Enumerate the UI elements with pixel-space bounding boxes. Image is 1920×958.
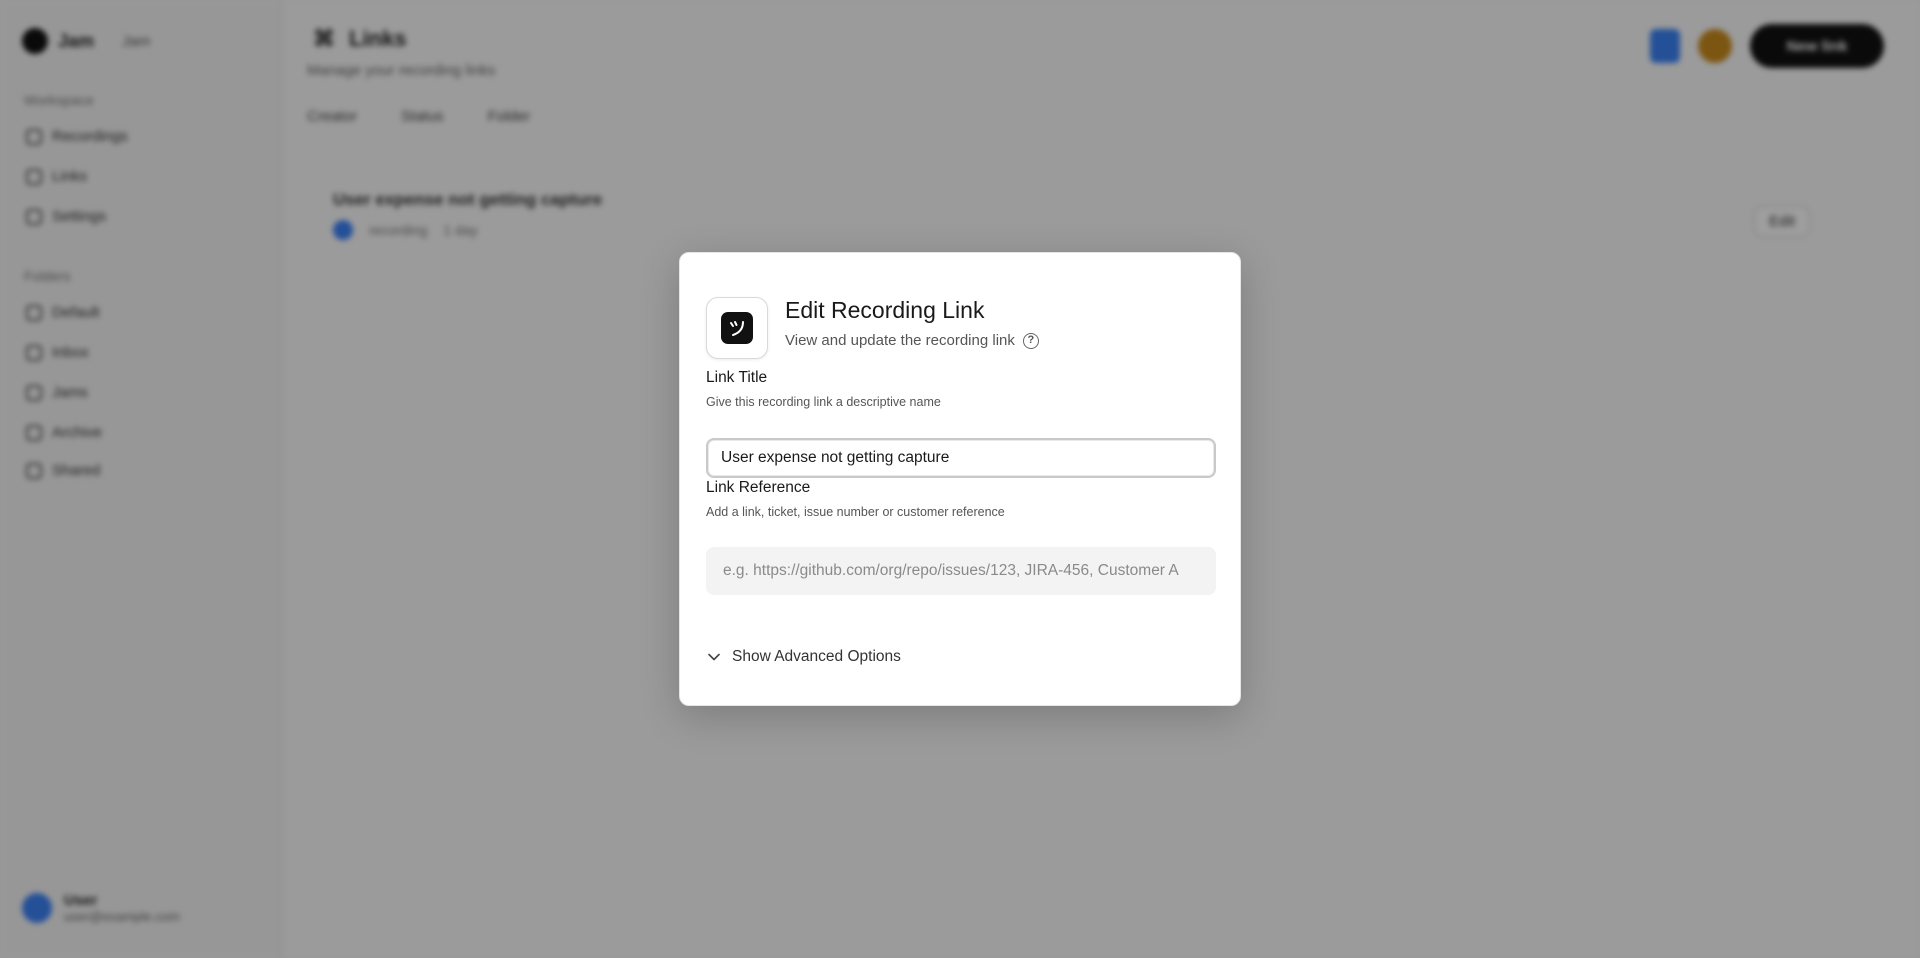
show-advanced-options-toggle[interactable]: Show Advanced Options	[706, 648, 901, 666]
dialog-subtitle: View and update the recording link ?	[785, 332, 1039, 349]
link-title-help: Give this recording link a descriptive n…	[706, 395, 941, 409]
show-advanced-options-label: Show Advanced Options	[732, 648, 901, 665]
dialog-subtitle-text: View and update the recording link	[785, 332, 1015, 349]
dialog-title: Edit Recording Link	[785, 297, 985, 323]
edit-recording-link-dialog: Edit Recording Link View and update the …	[679, 252, 1241, 706]
link-title-label: Link Title	[706, 369, 768, 386]
dialog-icon-container	[706, 297, 768, 359]
link-reference-input[interactable]	[706, 547, 1216, 595]
jam-logo-icon	[721, 312, 753, 344]
link-reference-label: Link Reference	[706, 479, 811, 496]
link-reference-help: Add a link, ticket, issue number or cust…	[706, 505, 1005, 519]
chevron-down-icon	[706, 649, 722, 665]
link-title-input[interactable]	[706, 438, 1216, 478]
help-icon[interactable]: ?	[1022, 332, 1039, 349]
